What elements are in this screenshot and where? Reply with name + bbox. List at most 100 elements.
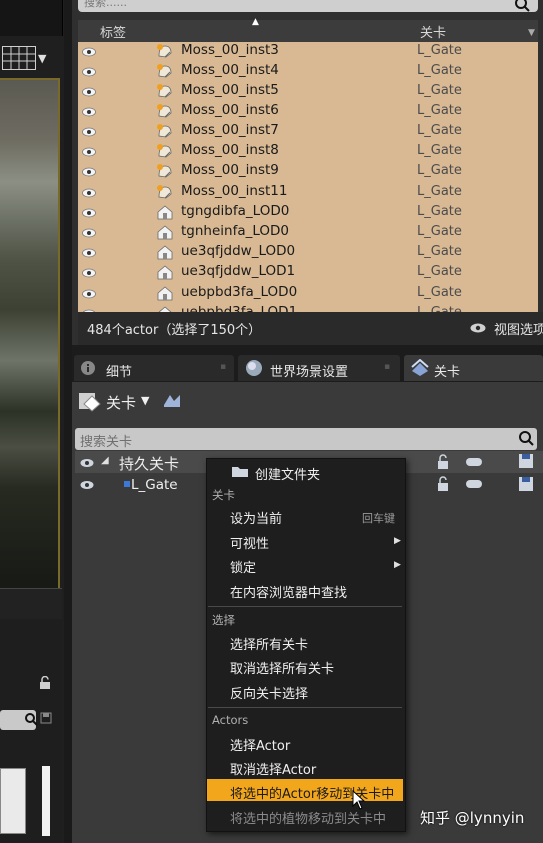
menu-item-create-folder[interactable]: 创建文件夹 — [255, 464, 320, 483]
eye-icon[interactable] — [82, 106, 96, 117]
search-placeholder: 搜索...... — [84, 0, 127, 9]
actor-level: L_Gate — [417, 63, 462, 78]
menu-item-deselect-all-levels[interactable]: 取消选择所有关卡 — [230, 658, 334, 677]
actor-name: tgngdibfa_LOD0 — [181, 203, 290, 219]
menu-item-lock[interactable]: 锁定 — [230, 557, 256, 576]
outliner-row[interactable]: tgngdibfa_LOD0 L_Gate — [78, 202, 538, 222]
lock-icon[interactable] — [437, 454, 455, 470]
eye-icon[interactable] — [82, 207, 96, 218]
outliner-row[interactable]: tgnheinfa_LOD0 L_Gate — [78, 222, 538, 242]
eye-icon[interactable] — [82, 247, 96, 258]
shortcut-label: 回车键 — [362, 512, 395, 525]
menu-item-make-current[interactable]: 设为当前 — [230, 508, 282, 527]
eye-icon[interactable] — [82, 166, 96, 177]
level-name: 持久关卡 — [119, 455, 180, 473]
mouse-cursor-icon — [352, 789, 366, 810]
eye-icon[interactable] — [80, 457, 94, 467]
actor-count: 484个actor（选择了150个） — [87, 323, 262, 338]
menu-item-move-actors-to-level[interactable]: 将选中的Actor移动到关卡中 — [230, 783, 394, 802]
outliner-row[interactable]: Moss_00_inst5 L_Gate — [78, 81, 538, 101]
chevron-down-icon[interactable]: ▼ — [141, 394, 149, 407]
scrollbar[interactable] — [42, 766, 50, 836]
foliage-icon — [156, 123, 174, 139]
save-icon[interactable] — [518, 476, 534, 492]
panel-divider[interactable] — [64, 0, 72, 843]
eye-icon[interactable] — [82, 187, 96, 198]
column-header-label[interactable]: 标签 — [100, 22, 126, 41]
menu-item-select-actors[interactable]: 选择Actor — [230, 735, 290, 754]
actor-name: Moss_00_inst3 — [181, 42, 279, 58]
outliner-row[interactable]: ue3qfjddw_LOD1 L_Gate — [78, 262, 538, 282]
watermark-text: 知乎 @lynnyin — [420, 809, 525, 827]
outliner-row[interactable]: Moss_00_inst7 L_Gate — [78, 121, 538, 141]
eye-icon[interactable] — [80, 479, 94, 489]
tab-levels-label: 关卡 — [434, 365, 461, 380]
chevron-down-icon[interactable]: ▼ — [38, 52, 46, 65]
eye-icon[interactable] — [82, 46, 96, 57]
actor-level: L_Gate — [417, 184, 462, 199]
sort-ascending-icon[interactable]: ▲ — [252, 17, 259, 27]
tab-details[interactable] — [74, 355, 234, 381]
menu-item-move-foliage-to-level[interactable]: 将选中的植物移动到关卡中 — [230, 808, 386, 827]
eye-icon[interactable] — [470, 322, 486, 334]
static-mesh-icon — [156, 204, 174, 220]
outliner-row[interactable]: uebpbd3fa_LOD0 L_Gate — [78, 283, 538, 303]
outliner-row[interactable]: Moss_00_inst4 L_Gate — [78, 61, 538, 81]
outliner-row[interactable]: Moss_00_inst6 L_Gate — [78, 101, 538, 121]
actor-name: Moss_00_inst8 — [181, 142, 279, 158]
eye-icon[interactable] — [82, 126, 96, 137]
outliner-row[interactable]: Moss_00_inst3 L_Gate — [78, 42, 538, 61]
viewport-bottom-bar — [0, 588, 62, 619]
outliner-row[interactable]: uebpbd3fa_LOD1 L_Gate — [78, 303, 538, 312]
actor-level: L_Gate — [417, 83, 462, 98]
outliner-row[interactable]: Moss_00_inst8 L_Gate — [78, 141, 538, 161]
chevron-down-icon[interactable]: ▼ — [528, 28, 535, 38]
eye-icon[interactable] — [82, 227, 96, 238]
gamepad-icon[interactable] — [465, 456, 483, 468]
search-icon[interactable] — [24, 712, 38, 726]
outliner-search-input[interactable]: 搜索...... — [78, 0, 538, 12]
eye-icon[interactable] — [82, 288, 96, 299]
eye-icon[interactable] — [82, 66, 96, 77]
levels-icon[interactable] — [78, 390, 102, 412]
lock-icon[interactable] — [437, 476, 455, 492]
actor-name: Moss_00_inst11 — [181, 183, 288, 199]
outliner-row[interactable]: ue3qfjddw_LOD0 L_Gate — [78, 242, 538, 262]
eye-icon[interactable] — [82, 146, 96, 157]
menu-item-select-all-levels[interactable]: 选择所有关卡 — [230, 634, 308, 653]
view-options-button[interactable]: 视图选项 — [494, 319, 543, 338]
submenu-arrow-icon: ▶ — [394, 536, 401, 546]
menu-item-invert-level-selection[interactable]: 反向关卡选择 — [230, 683, 308, 702]
outliner-row[interactable]: Moss_00_inst11 L_Gate — [78, 182, 538, 202]
search-icon[interactable] — [518, 430, 534, 446]
menu-item-deselect-actors[interactable]: 取消选择Actor — [230, 759, 316, 778]
viewport-render[interactable] — [0, 78, 60, 592]
save-icon[interactable] — [40, 712, 52, 727]
viewport-toolbar — [0, 0, 63, 36]
actor-name: uebpbd3fa_LOD0 — [181, 284, 298, 300]
search-icon[interactable] — [514, 0, 530, 12]
menu-item-visibility[interactable]: 可视性 — [230, 533, 269, 552]
static-mesh-icon — [156, 285, 174, 301]
levels-search-input[interactable] — [75, 428, 537, 450]
eye-icon[interactable] — [82, 267, 96, 278]
levels-menu-button[interactable]: 关卡 — [106, 392, 136, 413]
asset-thumbnail[interactable] — [0, 768, 26, 834]
actor-name: ue3qfjddw_LOD1 — [181, 263, 296, 279]
grid-snap-icon[interactable] — [2, 46, 36, 70]
expand-triangle-icon[interactable]: ◢ — [101, 455, 109, 466]
summon-level-details-icon[interactable] — [162, 391, 182, 411]
actor-name: uebpbd3fa_LOD1 — [181, 304, 298, 312]
menu-item-find-in-content-browser[interactable]: 在内容浏览器中查找 — [230, 582, 347, 601]
outliner-row[interactable]: Moss_00_inst9 L_Gate — [78, 161, 538, 181]
eye-icon[interactable] — [82, 86, 96, 97]
actor-level: L_Gate — [417, 244, 462, 259]
globe-icon — [245, 359, 263, 377]
save-icon[interactable] — [518, 453, 534, 469]
column-header-level[interactable]: 关卡 — [420, 22, 446, 41]
tab-close-icon[interactable]: ▪ — [220, 362, 226, 372]
lock-icon[interactable] — [38, 675, 52, 694]
actor-level: L_Gate — [417, 163, 462, 178]
tab-close-icon[interactable]: ▪ — [384, 362, 390, 372]
gamepad-icon[interactable] — [465, 478, 483, 490]
